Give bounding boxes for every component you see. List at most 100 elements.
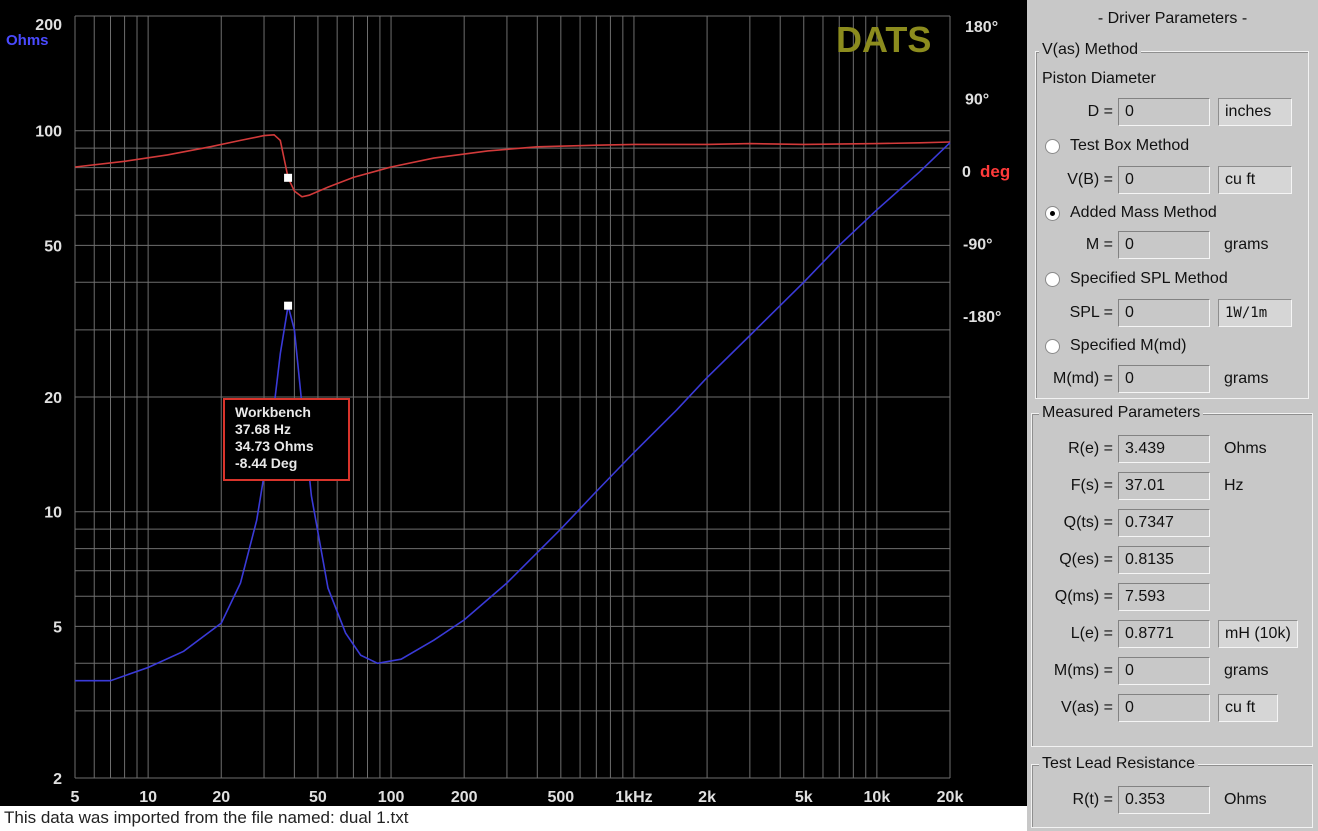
test-lead-legend: Test Lead Resistance bbox=[1039, 755, 1198, 773]
phase-marker bbox=[284, 173, 293, 182]
x-tick-label: 10k bbox=[864, 789, 891, 806]
left-tick-label: 10 bbox=[44, 505, 62, 522]
radio-circle-selected[interactable] bbox=[1045, 205, 1060, 221]
spl-field[interactable]: 0 bbox=[1118, 299, 1210, 327]
x-tick-label: 10 bbox=[139, 789, 157, 806]
measured-unit: grams bbox=[1224, 662, 1269, 679]
axis-labels: DATSOhms20010050201052180°90°0-90°-180°d… bbox=[6, 17, 1010, 806]
m-unit: grams bbox=[1224, 236, 1269, 253]
specified-mmd-method-label: Specified M(md) bbox=[1070, 337, 1187, 354]
marker-title: Workbench bbox=[235, 404, 311, 420]
test-box-volume-field[interactable]: 0 bbox=[1118, 166, 1210, 194]
measured-row: M(ms) = 0 grams bbox=[1037, 656, 1268, 686]
measured-row: Q(ms) = 7.593 bbox=[1037, 582, 1210, 612]
plot-canvas: DATSOhms20010050201052180°90°0-90°-180°d… bbox=[6, 15, 1010, 806]
d-unit-select[interactable]: inches bbox=[1218, 98, 1292, 126]
x-tick-label: 50 bbox=[309, 789, 327, 806]
test-box-method-label: Test Box Method bbox=[1070, 137, 1190, 154]
measured-value-field[interactable]: 7.593 bbox=[1118, 583, 1210, 611]
radio-circle[interactable] bbox=[1045, 138, 1060, 154]
x-tick-label: 20k bbox=[937, 789, 964, 806]
measured-unit[interactable]: cu ft bbox=[1218, 694, 1278, 722]
measured-label: V(as) = bbox=[1060, 699, 1113, 716]
radio-circle[interactable] bbox=[1045, 271, 1060, 287]
x-tick-label: 20 bbox=[212, 789, 230, 806]
measured-value-field[interactable]: 0.8135 bbox=[1118, 546, 1210, 574]
x-tick-label: 500 bbox=[547, 789, 574, 806]
left-tick-label: 50 bbox=[44, 238, 62, 255]
specified-spl-method-radio[interactable]: Specified SPL Method bbox=[1045, 266, 1228, 292]
phase-curve bbox=[74, 133, 951, 198]
driver-parameters-panel: - Driver Parameters - V(as) Method Pisto… bbox=[1027, 0, 1318, 831]
panel-title: - Driver Parameters - bbox=[1097, 10, 1248, 27]
x-tick-label: 5k bbox=[795, 789, 813, 806]
grid-lines bbox=[74, 15, 951, 779]
rt-unit: Ohms bbox=[1224, 791, 1267, 808]
spl-unit-select[interactable]: 1W/1m bbox=[1218, 299, 1292, 327]
marker-impedance: 34.73 Ohms bbox=[235, 438, 314, 454]
measured-label: R(e) = bbox=[1068, 440, 1113, 457]
measured-unit[interactable]: mH (10k) bbox=[1218, 620, 1298, 648]
left-tick-label: 200 bbox=[35, 17, 62, 34]
added-mass-method-radio[interactable]: Added Mass Method bbox=[1045, 200, 1217, 226]
specified-mmd-method-radio[interactable]: Specified M(md) bbox=[1045, 333, 1186, 359]
added-mass-method-label: Added Mass Method bbox=[1070, 204, 1217, 221]
measured-row: R(e) = 3.439 Ohms bbox=[1037, 434, 1267, 464]
measured-label: Q(es) = bbox=[1059, 551, 1113, 568]
measured-row: Q(ts) = 0.7347 bbox=[1037, 508, 1210, 538]
rt-label: R(t) = bbox=[1072, 791, 1113, 808]
measured-label: L(e) = bbox=[1070, 625, 1113, 642]
measured-value-field[interactable]: 0.8771 bbox=[1118, 620, 1210, 648]
right-axis-unit: deg bbox=[980, 162, 1010, 181]
piston-diameter-field[interactable]: 0 bbox=[1118, 98, 1210, 126]
mmd-field[interactable]: 0 bbox=[1118, 365, 1210, 393]
measured-label: Q(ms) = bbox=[1054, 588, 1113, 605]
measured-value-field[interactable]: 37.01 bbox=[1118, 472, 1210, 500]
impedance-curve bbox=[75, 142, 951, 682]
right-tick-label: 90° bbox=[965, 92, 989, 109]
measured-row: F(s) = 37.01 Hz bbox=[1037, 471, 1244, 501]
added-mass-field[interactable]: 0 bbox=[1118, 231, 1210, 259]
marker-phase: -8.44 Deg bbox=[235, 455, 298, 471]
marker-frequency: 37.68 Hz bbox=[235, 421, 292, 437]
vb-unit-select[interactable]: cu ft bbox=[1218, 166, 1292, 194]
x-tick-label: 5 bbox=[71, 789, 80, 806]
left-tick-label: 100 bbox=[35, 124, 62, 141]
measured-value-field[interactable]: 3.439 bbox=[1118, 435, 1210, 463]
measured-label: M(ms) = bbox=[1053, 662, 1113, 679]
piston-diameter-label: Piston Diameter bbox=[1042, 70, 1156, 87]
radio-circle[interactable] bbox=[1045, 338, 1060, 354]
x-tick-label: 1kHz bbox=[615, 789, 652, 806]
right-tick-label: -180° bbox=[963, 309, 1001, 326]
lead-resistance-field[interactable]: 0.353 bbox=[1118, 786, 1210, 814]
left-tick-label: 5 bbox=[53, 619, 62, 636]
impedance-marker bbox=[284, 301, 293, 310]
left-tick-label: 2 bbox=[53, 771, 62, 788]
vas-method-legend: V(as) Method bbox=[1039, 41, 1142, 59]
test-box-method-radio[interactable]: Test Box Method bbox=[1045, 133, 1189, 159]
right-tick-label: 180° bbox=[965, 19, 998, 36]
marker-readout: Workbench 37.68 Hz 34.73 Ohms -8.44 Deg bbox=[223, 398, 350, 481]
d-label: D = bbox=[1087, 103, 1113, 120]
brand-logo: DATS bbox=[836, 19, 931, 60]
measured-unit: Hz bbox=[1224, 477, 1244, 494]
right-tick-label: 0 bbox=[962, 164, 971, 181]
right-tick-label: -90° bbox=[963, 237, 993, 254]
x-tick-label: 2k bbox=[698, 789, 716, 806]
measured-label: Q(ts) = bbox=[1063, 514, 1113, 531]
measured-parameters-legend: Measured Parameters bbox=[1039, 404, 1204, 422]
vb-label: V(B) = bbox=[1067, 171, 1113, 188]
mmd-label: M(md) = bbox=[1053, 370, 1113, 387]
m-label: M = bbox=[1085, 236, 1113, 253]
measured-value-field[interactable]: 0 bbox=[1118, 694, 1210, 722]
impedance-phase-plot[interactable]: DATS Ohms 200 100 50 20 10 5 2 180° 90° 0 -90° -180° d… bbox=[0, 0, 1027, 806]
measured-value-field[interactable]: 0.7347 bbox=[1118, 509, 1210, 537]
data-series bbox=[74, 133, 951, 682]
measured-value-field[interactable]: 0 bbox=[1118, 657, 1210, 685]
measured-row: Q(es) = 0.8135 bbox=[1037, 545, 1210, 575]
specified-spl-method-label: Specified SPL Method bbox=[1070, 270, 1228, 287]
measured-label: F(s) = bbox=[1070, 477, 1113, 494]
status-footer: This data was imported from the file nam… bbox=[4, 808, 409, 827]
spl-label: SPL = bbox=[1069, 304, 1113, 321]
measured-row: V(as) = 0 cu ft bbox=[1037, 693, 1278, 723]
